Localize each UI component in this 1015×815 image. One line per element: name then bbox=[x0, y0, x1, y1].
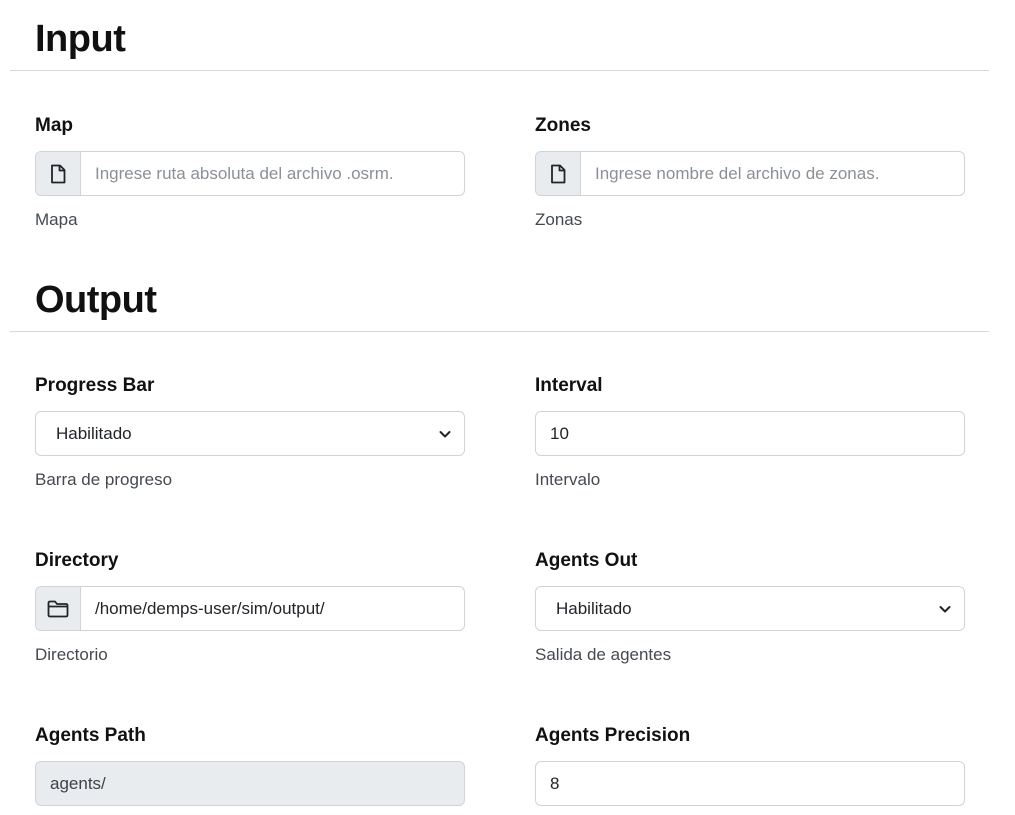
interval-field: Interval Intervalo bbox=[535, 373, 965, 492]
directory-field: Directory Directorio bbox=[35, 548, 465, 667]
interval-input[interactable] bbox=[535, 411, 965, 456]
chevron-down-icon bbox=[939, 605, 951, 612]
agents-path-label: Agents Path bbox=[35, 725, 146, 746]
map-input-group bbox=[35, 151, 465, 196]
agents-path-input bbox=[35, 761, 465, 806]
map-help-text: Mapa bbox=[35, 210, 78, 229]
agents-precision-input[interactable] bbox=[535, 761, 965, 806]
output-section-divider bbox=[10, 331, 989, 332]
interval-label: Interval bbox=[535, 375, 603, 396]
file-icon bbox=[36, 152, 81, 195]
agents-precision-label: Agents Precision bbox=[535, 725, 691, 746]
progress-bar-help-text: Barra de progreso bbox=[35, 470, 173, 489]
interval-help-text: Intervalo bbox=[535, 470, 601, 489]
directory-label: Directory bbox=[35, 550, 119, 571]
progress-bar-selected-value: Habilitado bbox=[56, 423, 132, 443]
agents-out-label: Agents Out bbox=[535, 550, 638, 571]
directory-help-text: Directorio bbox=[35, 645, 108, 664]
zones-input-group bbox=[535, 151, 965, 196]
settings-page: Input Map Mapa .zones-bg{position:absolu… bbox=[0, 0, 1015, 815]
input-section-divider bbox=[10, 70, 989, 71]
zones-file-input[interactable] bbox=[581, 152, 964, 195]
input-section-title: Input bbox=[35, 18, 126, 60]
map-field: Map Mapa bbox=[35, 113, 465, 232]
chevron-down-icon bbox=[439, 430, 451, 437]
file-icon bbox=[536, 152, 581, 195]
output-section-title: Output bbox=[35, 279, 157, 321]
zones-field: .zones-bg{position:absolute;left:-25px;t… bbox=[510, 91, 989, 245]
zones-label: Zones bbox=[535, 115, 591, 136]
agents-out-selected-value: Habilitado bbox=[556, 598, 632, 618]
directory-input[interactable] bbox=[81, 587, 464, 630]
agents-out-field: Agents Out Habilitado Salida de agentes bbox=[535, 548, 965, 667]
map-label: Map bbox=[35, 115, 73, 136]
map-path-input[interactable] bbox=[81, 152, 464, 195]
zones-help-text: Zonas bbox=[535, 210, 583, 229]
directory-input-group bbox=[35, 586, 465, 631]
agents-path-field: Agents Path bbox=[10, 702, 489, 815]
progress-bar-field: Progress Bar Habilitado Barra de progres… bbox=[35, 373, 465, 492]
agents-out-select[interactable]: Habilitado bbox=[535, 586, 965, 631]
progress-bar-select[interactable]: Habilitado bbox=[35, 411, 465, 456]
folder-icon bbox=[36, 587, 81, 630]
agents-precision-field: Agents Precision bbox=[535, 723, 965, 806]
agents-out-help-text: Salida de agentes bbox=[535, 645, 672, 664]
progress-bar-label: Progress Bar bbox=[35, 375, 155, 396]
